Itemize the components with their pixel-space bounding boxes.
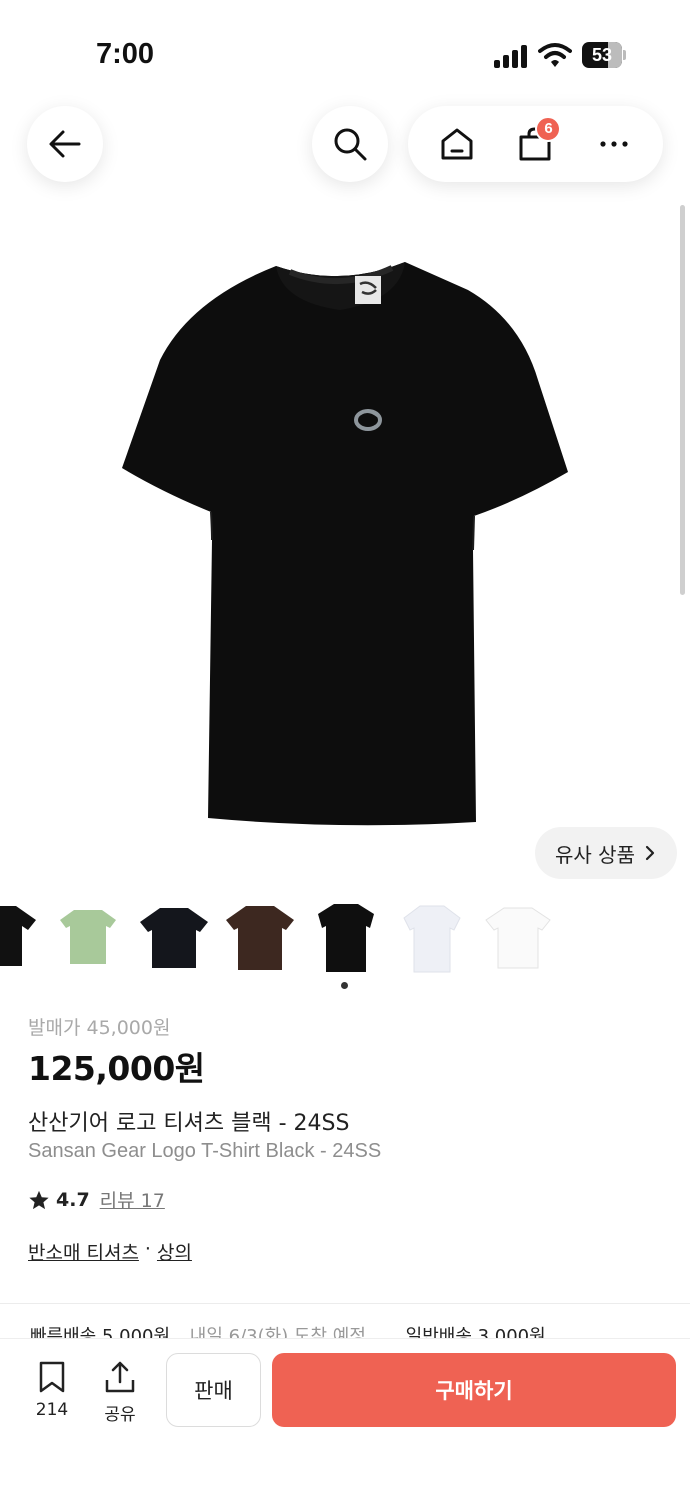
more-button[interactable]: [584, 114, 644, 174]
battery-icon: 53: [582, 42, 626, 68]
thumbnail[interactable]: [136, 896, 212, 976]
search-button[interactable]: [312, 106, 388, 182]
search-icon: [334, 128, 367, 161]
thumbnail-selected[interactable]: [308, 896, 384, 976]
sell-label: 판매: [194, 1379, 233, 1403]
wifi-icon: [538, 42, 572, 68]
thumbnail-strip: [0, 896, 690, 976]
cart-button[interactable]: 6: [505, 114, 565, 174]
retail-price: 발매가 45,000원: [28, 1017, 171, 1039]
share-icon: [105, 1361, 135, 1393]
bookmark-icon: [39, 1361, 65, 1393]
thumbnail[interactable]: [394, 896, 470, 976]
product-name-korean: 산산기어 로고 티셔츠 블랙 - 24SS: [28, 1111, 350, 1136]
status-bar: 7:00 53: [0, 0, 690, 110]
home-icon: [441, 128, 473, 160]
scrollbar[interactable]: [680, 205, 685, 595]
share-label: 공유: [104, 1405, 136, 1425]
buy-button[interactable]: 구매하기: [272, 1353, 676, 1427]
price: 125,000원: [28, 1049, 205, 1088]
category-separator: ·: [144, 1238, 151, 1260]
sell-button[interactable]: 판매: [166, 1353, 261, 1427]
arrow-left-icon: [49, 130, 81, 158]
category-link-sub[interactable]: 상의: [157, 1238, 192, 1265]
home-button[interactable]: [427, 114, 487, 174]
cart-count-badge: 6: [535, 116, 562, 142]
divider: [0, 1303, 690, 1304]
thumbnail[interactable]: [0, 896, 40, 976]
category-link-main[interactable]: 반소매 티셔츠: [28, 1238, 139, 1265]
rating-score: 4.7: [56, 1188, 90, 1211]
similar-products-button[interactable]: 유사 상품: [535, 827, 677, 879]
review-link[interactable]: 리뷰 17: [100, 1186, 165, 1213]
status-time: 7:00: [96, 38, 155, 70]
product-image[interactable]: [0, 200, 690, 900]
chevron-right-icon: [645, 845, 655, 861]
star-icon: [29, 1190, 49, 1209]
thumbnail[interactable]: [480, 896, 556, 976]
similar-products-label: 유사 상품: [555, 842, 635, 867]
rating-row: 4.7 리뷰 17: [28, 1186, 165, 1213]
back-button[interactable]: [27, 106, 103, 182]
category-breadcrumb: 반소매 티셔츠 · 상의: [28, 1238, 192, 1265]
thumbnail[interactable]: [50, 896, 126, 976]
share-button[interactable]: 공유: [96, 1360, 144, 1425]
buy-label: 구매하기: [435, 1379, 513, 1403]
battery-level: 53: [591, 45, 613, 65]
thumbnail[interactable]: [222, 896, 298, 976]
bookmark-button[interactable]: 214: [28, 1360, 76, 1420]
more-icon: [600, 141, 628, 147]
nav-actions: 6: [408, 106, 663, 182]
signal-icon: [494, 44, 528, 68]
bookmark-count: 214: [35, 1400, 69, 1420]
carousel-indicator: [341, 982, 348, 989]
product-name-english: Sansan Gear Logo T-Shirt Black - 24SS: [28, 1140, 382, 1162]
